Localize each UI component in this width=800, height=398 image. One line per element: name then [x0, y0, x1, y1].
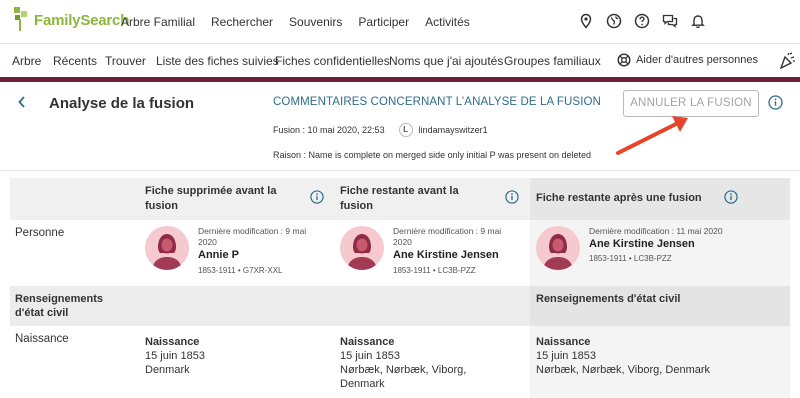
female-avatar-icon — [145, 226, 189, 270]
vital-section-title-after: Renseignements d'état civil — [536, 293, 681, 305]
row-label-person: Personne — [15, 227, 65, 239]
logo-text: FamilySearch — [34, 11, 130, 29]
location-icon[interactable] — [578, 13, 594, 29]
menu-arbre-familial[interactable]: Arbre Familial — [121, 15, 195, 29]
fusion-date: Fusion : 10 mai 2020, 22:53 — [273, 125, 385, 135]
person-name: Ane Kirstine Jensen — [393, 249, 499, 261]
globe-icon[interactable] — [606, 13, 622, 29]
lifebuoy-icon — [617, 53, 631, 67]
subnav-recents[interactable]: Récents — [53, 54, 97, 68]
menu-participer[interactable]: Participer — [358, 15, 409, 29]
bell-icon[interactable] — [690, 13, 706, 29]
merge-comments-link[interactable]: COMMENTAIRES CONCERNANT L’ANALYSE DE LA … — [273, 96, 601, 108]
top-navigation: FamilySearch Arbre Familial Rechercher S… — [0, 0, 800, 43]
person-card-remaining[interactable]: Dernière modification : 9 mai 2020 Ane K… — [340, 226, 523, 275]
person-name: Annie P — [198, 249, 239, 261]
help-icon[interactable] — [634, 13, 650, 29]
person-modified-year: 2020 — [393, 237, 412, 247]
person-card-deleted[interactable]: Dernière modification : 9 mai 2020 Annie… — [145, 226, 328, 275]
female-avatar-icon — [536, 226, 580, 270]
subnav-liste-fiches-suivies[interactable]: Liste des fiches suivies — [156, 54, 279, 68]
merge-reason: Raison : Name is complete on merged side… — [273, 150, 592, 160]
help-others-label: Aider d'autres personnes — [636, 54, 758, 66]
info-icon-remaining[interactable] — [505, 190, 519, 209]
back-button[interactable] — [17, 95, 27, 112]
merge-comparison-table: Fiche supprimée avant la fusion Fiche re… — [10, 178, 790, 398]
column-after-header: Fiche restante après une fusion — [536, 192, 702, 204]
chat-icon[interactable] — [662, 13, 678, 29]
main-menu: Arbre Familial Rechercher Souvenirs Part… — [121, 15, 486, 29]
vital-section-title: Renseignements d'état civil — [15, 293, 104, 319]
subnav-noms-ajoutes[interactable]: Noms que j'ai ajoutés — [389, 54, 503, 68]
column-remaining-header: Fiche restante avant la fusion — [340, 185, 459, 212]
subnav-groupes-familiaux[interactable]: Groupes familiaux — [504, 54, 601, 68]
accent-bar — [0, 77, 800, 82]
person-card-after[interactable]: Dernière modification : 11 mai 2020 Ane … — [536, 226, 759, 270]
person-name: Ane Kirstine Jensen — [589, 238, 695, 250]
top-icons — [566, 13, 706, 29]
celebration-icon[interactable] — [778, 52, 796, 73]
person-ids: 1853-1911 • LC3B-PZZ — [589, 254, 672, 263]
sub-navigation: Arbre Récents Trouver Liste des fiches s… — [0, 43, 800, 77]
info-icon[interactable] — [768, 95, 783, 115]
person-modified: Dernière modification : 11 mai 2020 — [589, 226, 723, 236]
chevron-left-icon — [18, 96, 25, 108]
menu-rechercher[interactable]: Rechercher — [211, 15, 273, 29]
info-icon-deleted[interactable] — [310, 190, 324, 209]
fusion-info: Fusion : 10 mai 2020, 22:53 L lindamaysw… — [273, 123, 488, 137]
menu-souvenirs[interactable]: Souvenirs — [289, 15, 342, 29]
female-avatar-icon — [340, 226, 384, 270]
birth-fact-remaining: Naissance 15 juin 1853 Nørbæk, Nørbæk, V… — [340, 336, 467, 390]
person-ids: 1853-1911 • LC3B-PZZ — [393, 266, 476, 275]
familysearch-logo[interactable]: FamilySearch — [12, 5, 129, 35]
red-arrow-annotation — [612, 113, 692, 163]
user-name-link[interactable]: lindamayswitzer1 — [419, 125, 488, 135]
help-others-link[interactable]: Aider d'autres personnes — [617, 53, 758, 67]
subnav-fiches-confidentielles[interactable]: Fiches confidentielles — [275, 54, 390, 68]
subnav-trouver[interactable]: Trouver — [105, 54, 146, 68]
header-divider — [0, 170, 800, 171]
person-ids: 1853-1911 • G7XR-XXL — [198, 266, 283, 275]
menu-activites[interactable]: Activités — [425, 15, 470, 29]
info-icon-after[interactable] — [724, 190, 738, 209]
column-deleted-header: Fiche supprimée avant la fusion — [145, 185, 277, 212]
user-avatar: L — [398, 123, 413, 137]
row-label-birth: Naissance — [15, 333, 69, 345]
person-modified: Dernière modification : 9 mai — [198, 226, 307, 236]
page-title: Analyse de la fusion — [49, 95, 195, 112]
tree-logo-icon — [14, 7, 27, 31]
subnav-arbre[interactable]: Arbre — [12, 54, 41, 68]
birth-fact-after: Naissance 15 juin 1853 Nørbæk, Nørbæk, V… — [536, 336, 711, 376]
person-modified: Dernière modification : 9 mai — [393, 226, 502, 236]
person-modified-year: 2020 — [198, 237, 217, 247]
birth-fact-deleted: Naissance 15 juin 1853 Denmark — [145, 336, 205, 376]
